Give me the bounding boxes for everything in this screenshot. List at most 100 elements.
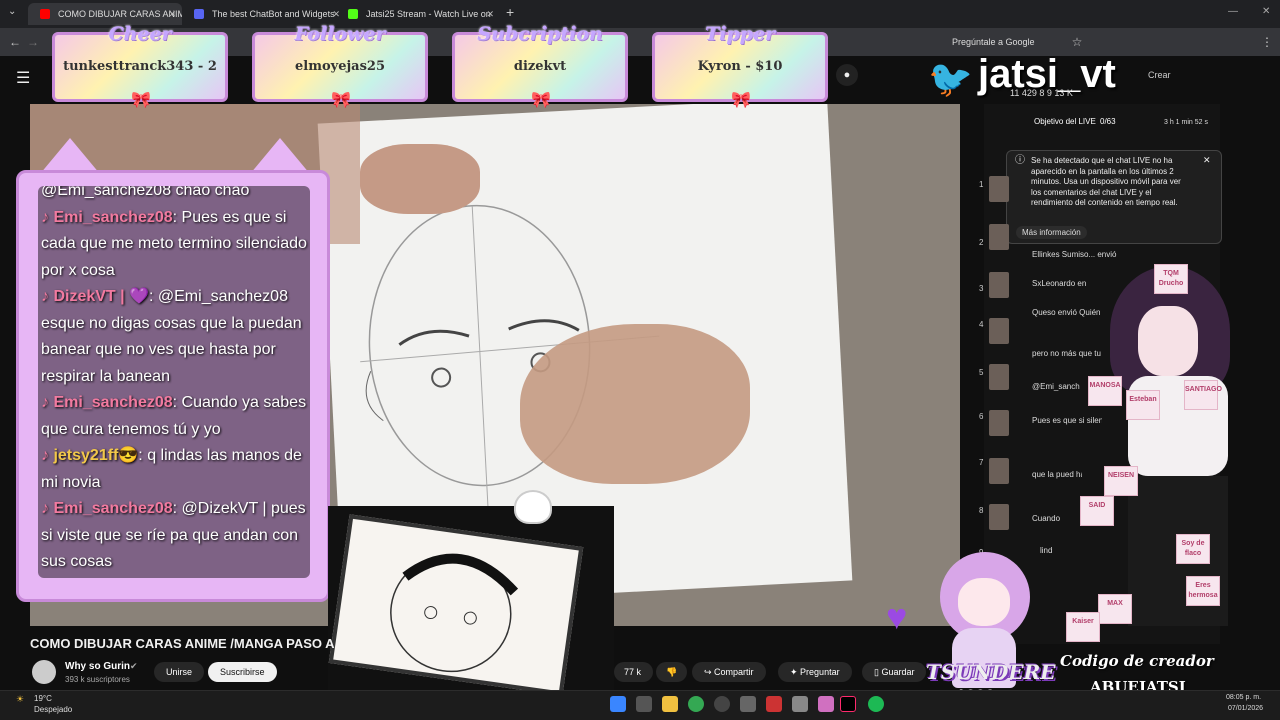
left-ear xyxy=(40,138,100,174)
mic-icon[interactable]: ● xyxy=(836,64,858,86)
chrome-icon[interactable] xyxy=(688,696,704,712)
sticky-note: SANTIAGO xyxy=(1184,380,1222,410)
menu-dots-icon[interactable]: ⋮ xyxy=(1258,33,1276,51)
search-icon[interactable] xyxy=(636,696,652,712)
back-icon[interactable]: ← xyxy=(6,33,24,51)
popup-text: Se ha detectado que el chat LIVE no ha a… xyxy=(1031,156,1181,207)
chat-username: Emi_sanchez08 xyxy=(53,394,173,411)
row-number: 8 xyxy=(979,506,984,515)
like-button[interactable]: 77 k xyxy=(614,662,654,682)
sticky-note: Kaiser xyxy=(1066,612,1100,642)
row-thumbnail[interactable] xyxy=(989,410,1009,436)
live-objective-progress: 0/63 xyxy=(1100,117,1116,126)
close-icon[interactable]: ✕ xyxy=(168,3,176,25)
weather-desc: Despejado xyxy=(34,705,73,714)
minimize-button[interactable]: — xyxy=(1228,6,1238,17)
save-button[interactable]: ▯ Guardar xyxy=(862,662,927,682)
more-info-link[interactable]: Más información xyxy=(1016,226,1087,239)
tiktok-icon[interactable] xyxy=(840,696,856,712)
ask-google-button[interactable]: Pregúntale a Google xyxy=(936,33,1035,51)
live-comment: que la pued hasta por r xyxy=(1032,470,1082,479)
avatar-face xyxy=(1138,306,1198,376)
close-window-button[interactable]: ✕ xyxy=(1262,6,1270,17)
dislike-button[interactable]: 👎 xyxy=(656,662,688,682)
weather-icon: ☀ xyxy=(16,694,25,704)
channel-avatar[interactable] xyxy=(32,660,56,684)
tab-2[interactable]: The best ChatBot and Widgets ✕ xyxy=(182,3,346,25)
live-objective: Objetivo del LIVE xyxy=(1034,117,1096,126)
obs-icon[interactable] xyxy=(714,696,730,712)
row-thumbnail[interactable] xyxy=(989,318,1009,344)
row-thumbnail[interactable] xyxy=(989,504,1009,530)
subscription-box: Subcription dizekvt 🎀 xyxy=(452,23,628,109)
row-number: 6 xyxy=(979,412,984,421)
cheer-value: tunkesttranck343 - 2 xyxy=(63,59,217,74)
subscribe-button[interactable]: Suscribirse xyxy=(208,662,277,682)
subscriber-count: 393 k suscriptores xyxy=(65,675,130,684)
row-number: 4 xyxy=(979,320,984,329)
tab-title: Jatsi25 Stream - Watch Live on xyxy=(366,9,491,19)
row-thumbnail[interactable] xyxy=(989,224,1009,250)
video-title: COMO DIBUJAR CARAS ANIME /MANGA PASO A xyxy=(30,636,335,651)
ask-button[interactable]: ✦ Preguntar xyxy=(778,662,852,682)
follower-box: Follower elmoyejas25 🎀 xyxy=(252,23,428,109)
hamburger-icon[interactable]: ☰ xyxy=(16,68,30,88)
row-thumbnail[interactable] xyxy=(989,272,1009,298)
chibi-face xyxy=(958,578,1010,626)
subscription-value: dizekvt xyxy=(513,59,567,74)
row-thumbnail[interactable] xyxy=(989,458,1009,484)
chat-text: @Emi_sanchez08 chao chao xyxy=(41,186,250,199)
spotify-icon[interactable] xyxy=(868,696,884,712)
chat-username: DizekVT | xyxy=(53,288,125,305)
tab-title: COMO DIBUJAR CARAS ANIME xyxy=(58,9,182,19)
forward-icon[interactable]: → xyxy=(24,33,42,51)
purple-heart-icon: ♥ xyxy=(886,596,908,637)
sparkle-icon: ✦ xyxy=(790,667,801,677)
hand-thumb xyxy=(360,144,480,214)
tablet-screen xyxy=(328,514,584,696)
file-explorer-icon[interactable] xyxy=(662,696,678,712)
clock-date: 07/01/2026 xyxy=(1228,705,1264,712)
chatbot-icon xyxy=(194,9,204,19)
sticky-note: NEISEN xyxy=(1104,466,1138,496)
tab-active[interactable]: COMO DIBUJAR CARAS ANIME ✕ xyxy=(28,3,182,25)
sticky-note: MANOSA xyxy=(1088,376,1122,406)
sticky-note: Eres hermosa xyxy=(1186,576,1220,606)
row-thumbnail[interactable] xyxy=(989,364,1009,390)
star-icon[interactable]: ☆ xyxy=(1068,33,1086,51)
row-thumbnail[interactable] xyxy=(989,176,1009,202)
row-number: 3 xyxy=(979,284,984,293)
start-icon[interactable] xyxy=(610,696,626,712)
bow-icon: 🎀 xyxy=(731,92,751,109)
share-button[interactable]: ↪ Compartir xyxy=(692,662,766,682)
chat-username: Emi_sanchez08 xyxy=(53,500,173,517)
drawing-hand xyxy=(520,324,750,484)
kick-icon xyxy=(348,9,358,19)
app-icon[interactable] xyxy=(818,696,834,712)
create-button[interactable]: Crear xyxy=(1148,70,1171,80)
save-label: Guardar xyxy=(881,667,915,677)
live-comment: Pues es que si silenciado por xyxy=(1032,416,1102,425)
info-icon: ⓘ xyxy=(1015,155,1025,166)
close-icon[interactable]: ✕ xyxy=(486,3,494,25)
chat-box: @Emi_sanchez08 chao chao ♪ Emi_sanchez08… xyxy=(38,186,310,578)
chat-message: ♪ Emi_sanchez08: @DizekVT | pues si vist… xyxy=(38,496,310,576)
app-icon[interactable] xyxy=(792,696,808,712)
weather-temp: 19°C xyxy=(34,694,52,703)
tipper-header: Tipper xyxy=(704,23,776,45)
tab-3[interactable]: Jatsi25 Stream - Watch Live on ✕ xyxy=(336,3,500,25)
app-icon[interactable] xyxy=(740,696,756,712)
share-label: Compartir xyxy=(714,667,754,677)
app-icon[interactable] xyxy=(766,696,782,712)
sticky-note: TQM Drucho xyxy=(1154,264,1188,294)
cheer-header: Cheer xyxy=(108,23,172,45)
join-button[interactable]: Unirse xyxy=(154,662,205,682)
tab-search-icon[interactable]: ⌄ xyxy=(8,6,16,17)
popup-close-icon[interactable]: ✕ xyxy=(1203,155,1211,166)
tiktok-icon: ♪ xyxy=(41,500,54,517)
tipper-box: Tipper Kyron - $10 🎀 xyxy=(652,23,828,109)
live-timer: 3 h 1 min 52 s xyxy=(1164,119,1208,126)
new-tab-button[interactable]: + xyxy=(506,4,514,20)
channel-name[interactable]: Why so Gurin xyxy=(65,661,130,672)
tablet-camera xyxy=(328,490,614,720)
